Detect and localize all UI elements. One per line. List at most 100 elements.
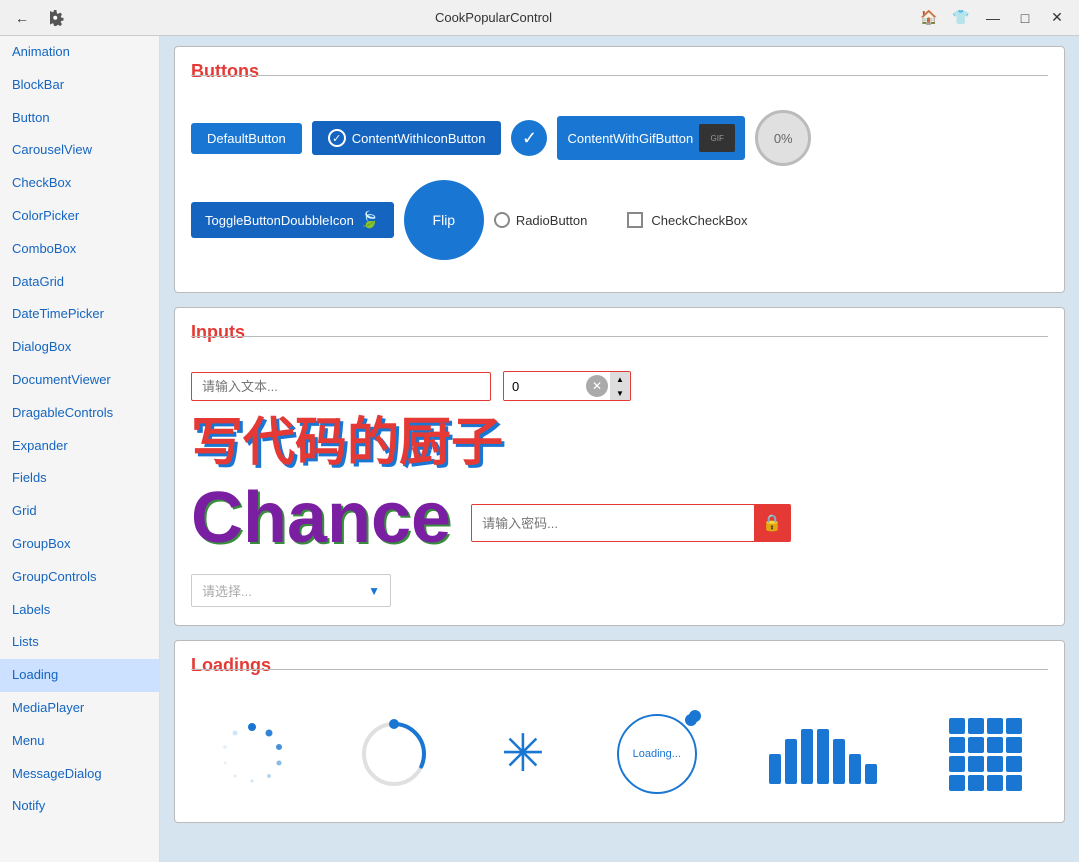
sidebar-item-dragablecontrols[interactable]: DragableControls — [0, 397, 159, 430]
buttons-row-1: DefaultButton ✓ ContentWithIconButton ✓ … — [191, 110, 1048, 166]
inputs-title: Inputs — [191, 322, 253, 343]
sidebar-item-menu[interactable]: Menu — [0, 725, 159, 758]
password-input[interactable] — [472, 510, 754, 537]
bar-4 — [817, 729, 829, 784]
shirt-button[interactable]: 👕 — [947, 4, 975, 32]
grid-cell — [1006, 737, 1022, 753]
sidebar-item-animation[interactable]: Animation — [0, 36, 159, 69]
titlebar-title: CookPopularControl — [72, 10, 915, 25]
clear-button[interactable]: ✕ — [586, 375, 608, 397]
sidebar-item-grid[interactable]: Grid — [0, 495, 159, 528]
back-button[interactable]: ← — [8, 4, 36, 32]
leaf-icon: 🍃 — [360, 210, 380, 230]
flip-button[interactable]: Flip — [404, 180, 484, 260]
content-with-gif-button[interactable]: ContentWithGifButton GIF — [557, 116, 745, 160]
snowflake-loading: ✳ — [501, 724, 545, 784]
sidebar-item-notify[interactable]: Notify — [0, 790, 159, 823]
check-circle-button[interactable]: ✓ — [511, 120, 547, 156]
content-area: Buttons DefaultButton ✓ ContentWithIconB… — [160, 36, 1079, 862]
titlebar: ← CookPopularControl 🏠 👕 — □ ✕ — [0, 0, 1079, 36]
home-button[interactable]: 🏠 — [915, 4, 943, 32]
loadings-title-wrap: Loadings — [191, 655, 1048, 690]
titlebar-left: ← — [8, 4, 72, 32]
text-input[interactable] — [191, 372, 491, 401]
main-layout: Animation BlockBar Button CarouselView C… — [0, 36, 1079, 862]
gif-preview: GIF — [699, 124, 735, 152]
sidebar-item-combobox[interactable]: ComboBox — [0, 233, 159, 266]
sidebar-item-groupcontrols[interactable]: GroupControls — [0, 561, 159, 594]
sidebar-item-datetimepicker[interactable]: DateTimePicker — [0, 298, 159, 331]
sidebar-item-button[interactable]: Button — [0, 102, 159, 135]
sidebar-item-carouselview[interactable]: CarouselView — [0, 134, 159, 167]
sidebar: Animation BlockBar Button CarouselView C… — [0, 36, 160, 862]
grid-cell — [987, 756, 1003, 772]
sidebar-item-documentviewer[interactable]: DocumentViewer — [0, 364, 159, 397]
radio-circle-icon[interactable] — [494, 212, 510, 228]
sidebar-item-blockbar[interactable]: BlockBar — [0, 69, 159, 102]
big-chinese-text: 写代码的厨子 — [191, 415, 1048, 472]
buttons-title-wrap: Buttons — [191, 61, 1048, 96]
grid-cell — [968, 737, 984, 753]
loadings-title: Loadings — [191, 655, 279, 676]
sidebar-item-colorpicker[interactable]: ColorPicker — [0, 200, 159, 233]
dots-loading — [217, 719, 287, 789]
settings-button[interactable] — [44, 4, 72, 32]
spin-up-button[interactable]: ▲ — [610, 372, 630, 386]
chance-row: Chance 🔒 — [191, 482, 1048, 564]
grid-cell — [1006, 775, 1022, 791]
sidebar-item-labels[interactable]: Labels — [0, 594, 159, 627]
bar-7 — [865, 764, 877, 784]
grid-cell — [968, 756, 984, 772]
grid-cell — [949, 775, 965, 791]
sidebar-item-loading[interactable]: Loading — [0, 659, 159, 692]
bar-6 — [849, 754, 861, 784]
default-button[interactable]: DefaultButton — [191, 123, 302, 154]
bar-1 — [769, 754, 781, 784]
sidebar-item-mediaplayer[interactable]: MediaPlayer — [0, 692, 159, 725]
sidebar-item-datagrid[interactable]: DataGrid — [0, 266, 159, 299]
percent-button[interactable]: 0% — [755, 110, 811, 166]
check-icon: ✓ — [328, 129, 346, 147]
toggle-button[interactable]: ToggleButtonDoubbleIcon 🍃 — [191, 202, 394, 238]
content-with-icon-button[interactable]: ✓ ContentWithIconButton — [312, 121, 502, 155]
checkbox-icon[interactable] — [627, 212, 643, 228]
sidebar-item-lists[interactable]: Lists — [0, 626, 159, 659]
close-button[interactable]: ✕ — [1043, 4, 1071, 32]
minimize-button[interactable]: — — [979, 4, 1007, 32]
password-input-wrap: 🔒 — [471, 504, 791, 542]
bar-2 — [785, 739, 797, 784]
grid-cell — [1006, 756, 1022, 772]
bar-3 — [801, 729, 813, 784]
buttons-section: Buttons DefaultButton ✓ ContentWithIconB… — [174, 46, 1065, 293]
grid-cell — [1006, 718, 1022, 734]
grid-cell — [949, 737, 965, 753]
grid-loading — [949, 718, 1022, 791]
grid-cell — [949, 756, 965, 772]
checkmark-icon: ✓ — [522, 128, 537, 149]
spin-down-button[interactable]: ▼ — [610, 386, 630, 400]
number-input[interactable] — [504, 373, 584, 400]
buttons-title: Buttons — [191, 61, 267, 82]
sidebar-item-checkbox[interactable]: CheckBox — [0, 167, 159, 200]
sidebar-item-fields[interactable]: Fields — [0, 462, 159, 495]
loading-text: Loading... — [633, 748, 681, 760]
inputs-section: Inputs ✕ ▲ ▼ 写代码的厨子 Chance — [174, 307, 1065, 626]
grid-cell — [968, 718, 984, 734]
chance-text-wrap: Chance — [191, 482, 451, 564]
circle-text-loading: Loading... — [617, 714, 697, 794]
lock-button[interactable]: 🔒 — [754, 505, 790, 541]
grid-cell — [968, 775, 984, 791]
titlebar-right: 🏠 👕 — □ ✕ — [915, 4, 1071, 32]
bar-5 — [833, 739, 845, 784]
select-placeholder: 请选择... — [202, 581, 368, 600]
sidebar-item-expander[interactable]: Expander — [0, 430, 159, 463]
select-wrap[interactable]: 请选择... ▼ — [191, 574, 391, 607]
spin-buttons: ▲ ▼ — [610, 372, 630, 400]
sidebar-item-messagedialog[interactable]: MessageDialog — [0, 758, 159, 791]
grid-cell — [949, 718, 965, 734]
number-input-wrap: ✕ ▲ ▼ — [503, 371, 631, 401]
sidebar-item-groupbox[interactable]: GroupBox — [0, 528, 159, 561]
loadings-row: ✳ Loading... — [191, 704, 1048, 804]
sidebar-item-dialogbox[interactable]: DialogBox — [0, 331, 159, 364]
maximize-button[interactable]: □ — [1011, 4, 1039, 32]
